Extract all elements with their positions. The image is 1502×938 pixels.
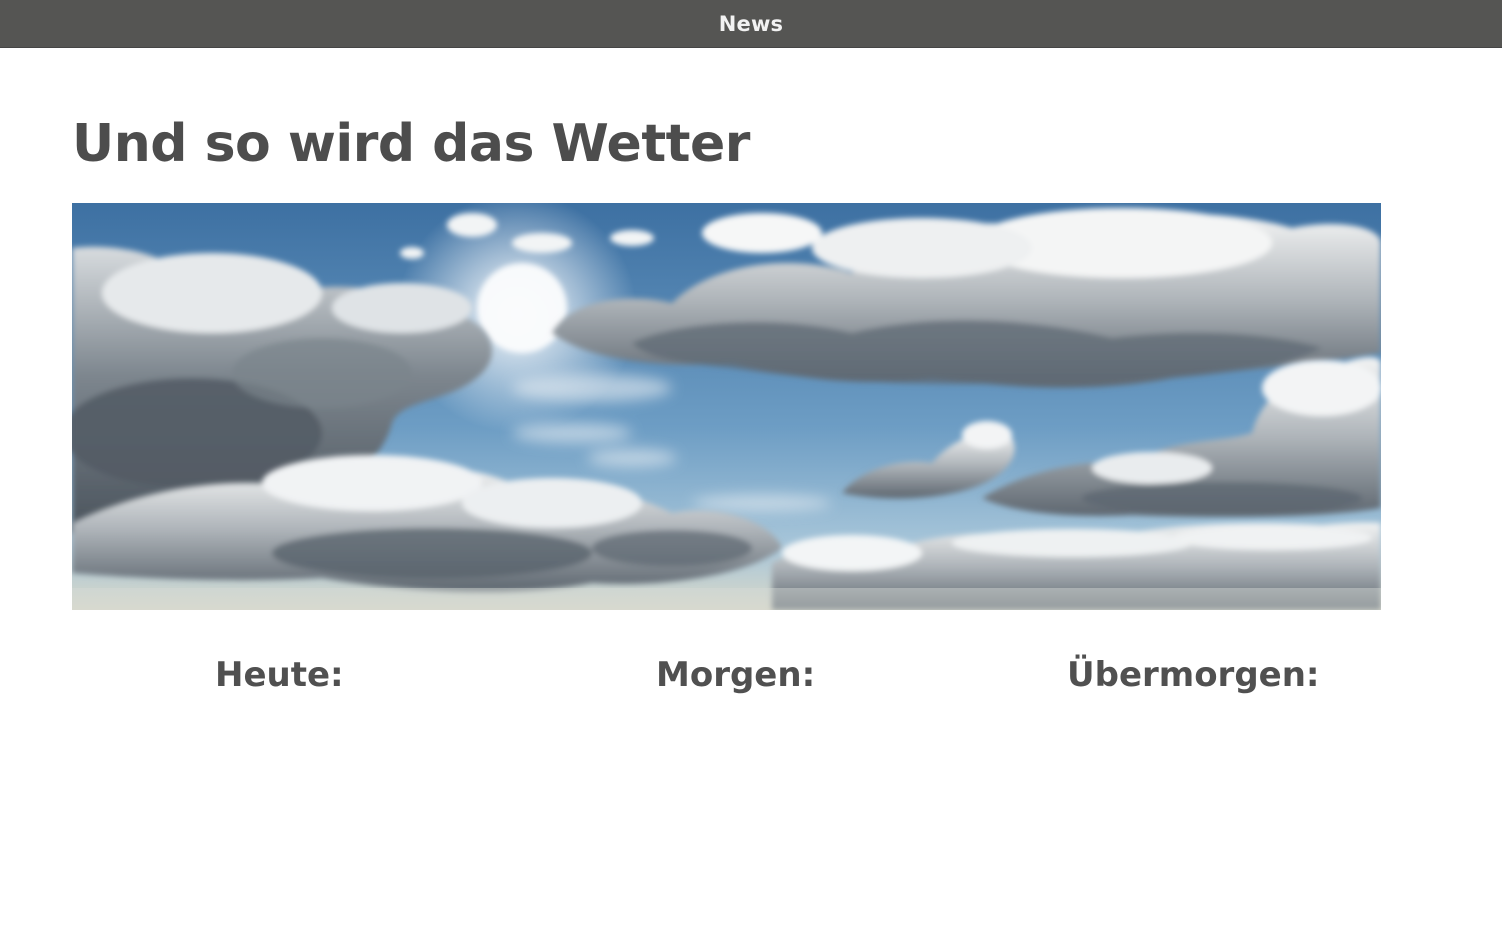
cloudy-sky-photo bbox=[72, 203, 1381, 610]
hero-image bbox=[72, 203, 1381, 610]
forecast-label-day-after-tomorrow: Übermorgen: bbox=[1067, 655, 1320, 695]
forecast-label-tomorrow: Morgen: bbox=[656, 655, 816, 695]
top-nav-bar: News bbox=[0, 0, 1502, 48]
forecast-label-today: Heute: bbox=[215, 655, 344, 695]
page-title: Und so wird das Wetter bbox=[72, 114, 750, 174]
forecast-days: Heute: Morgen: Übermorgen: bbox=[72, 650, 1381, 700]
nav-link-news[interactable]: News bbox=[719, 12, 784, 36]
